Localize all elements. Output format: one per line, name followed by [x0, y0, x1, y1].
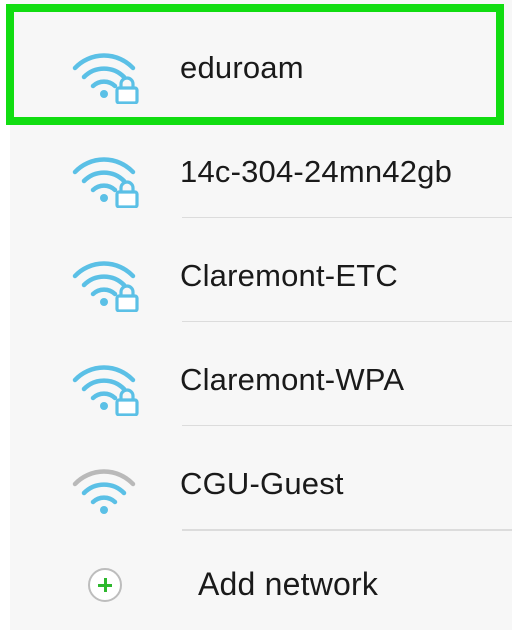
- wifi-lock-icon: [72, 157, 139, 208]
- network-row-claremont-etc[interactable]: Claremont-ETC: [10, 218, 512, 322]
- add-network-label: Add network: [198, 566, 379, 602]
- wifi-lock-icon: [72, 53, 139, 104]
- network-row-claremont-wpa[interactable]: Claremont-WPA: [10, 322, 512, 426]
- network-row-14c-304[interactable]: 14c-304-24mn42gb: [10, 114, 512, 218]
- network-ssid: Claremont-WPA: [180, 362, 405, 397]
- network-ssid: eduroam: [180, 50, 304, 85]
- network-ssid: Claremont-ETC: [180, 258, 398, 293]
- network-ssid: CGU-Guest: [180, 466, 344, 501]
- row-divider: [182, 530, 512, 531]
- network-ssid: 14c-304-24mn42gb: [180, 154, 453, 189]
- wifi-icon: [72, 469, 136, 514]
- wifi-lock-icon: [72, 261, 139, 312]
- add-network-button[interactable]: Add network: [10, 530, 512, 634]
- network-row-cgu-guest[interactable]: CGU-Guest: [10, 426, 512, 530]
- network-row-eduroam[interactable]: eduroam: [10, 10, 512, 114]
- wifi-lock-icon: [72, 365, 139, 416]
- plus-circle-icon: [88, 568, 122, 602]
